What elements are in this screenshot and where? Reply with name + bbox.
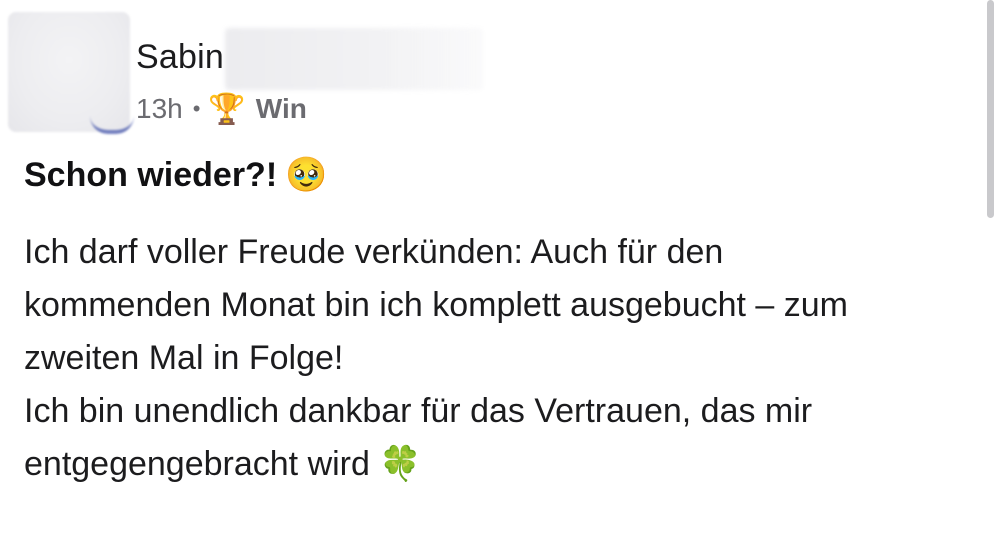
post-meta: 13h • 🏆 Win [136,89,307,129]
post-timestamp[interactable]: 13h [136,93,183,125]
body-line-text: entgegengebracht wird [24,445,370,483]
meta-separator: • [192,96,201,121]
trophy-icon: 🏆 [208,92,246,126]
body-line: Ich darf voller Freude verkünden: Auch f… [24,233,724,271]
body-line: zweiten Mal in Folge! [24,339,344,377]
four-leaf-clover-emoji: 🍀 [379,445,422,483]
post-card: Sabin 13h • 🏆 Win Schon wieder?! 🥹 Ich da… [0,0,1000,551]
pleading-face-emoji: 🥹 [285,156,328,194]
author-name[interactable]: Sabin [136,38,224,77]
post-headline: Schon wieder?! 🥹 [24,155,327,195]
post-badge-label[interactable]: Win [256,93,307,125]
post-body: Ich darf voller Freude verkünden: Auch f… [24,226,974,491]
author-name-redaction [225,28,483,90]
avatar[interactable] [8,12,134,134]
body-line-last: entgegengebracht wird 🍀 [24,438,974,491]
scrollbar[interactable] [987,0,994,218]
avatar-ring [90,116,134,134]
body-line: kommenden Monat bin ich komplett ausgebu… [24,286,849,324]
headline-text: Schon wieder?! [24,156,278,194]
body-line: Ich bin unendlich dankbar für das Vertra… [24,392,813,430]
